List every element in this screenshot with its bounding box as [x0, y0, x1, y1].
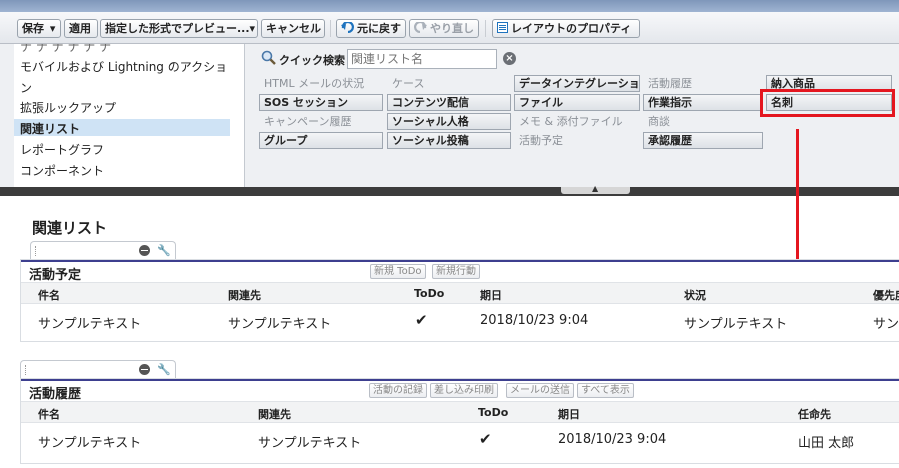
- table-cell: サンプルテキスト: [38, 317, 142, 332]
- palette-item[interactable]: ソーシャル投稿: [387, 132, 511, 149]
- related-list-open-activities: 活動予定 新規 ToDo 新規行動 件名 関連先 ToDo 期日 状況 優先度 …: [20, 259, 899, 342]
- column-header[interactable]: ToDo: [478, 406, 508, 419]
- palette-item: キャンペーン履歴: [264, 115, 352, 128]
- palette-item[interactable]: コンテンツ配信: [387, 94, 511, 111]
- category-item[interactable]: 拡張ルックアップ: [20, 99, 116, 116]
- mail-merge-button[interactable]: 差し込み印刷: [430, 383, 498, 398]
- palette-item: HTML メールの状況: [264, 77, 365, 90]
- new-event-button[interactable]: 新規行動: [432, 264, 480, 279]
- category-item[interactable]: ン: [20, 79, 32, 96]
- caret-down-icon: ▾: [249, 22, 256, 35]
- page-title: 関連リスト: [32, 219, 108, 237]
- column-header[interactable]: 期日: [480, 287, 502, 303]
- highlight-box: [760, 89, 895, 117]
- properties-icon: [497, 21, 508, 38]
- view-all-button[interactable]: すべて表示: [577, 383, 634, 398]
- section-header-bar: [21, 260, 899, 262]
- palette-item[interactable]: ファイル: [514, 94, 640, 111]
- palette-item[interactable]: グループ: [259, 132, 383, 149]
- checkmark-icon: ✔: [479, 430, 492, 448]
- undo-button[interactable]: 元に戻す: [336, 19, 406, 38]
- palette-item: 活動予定: [519, 134, 563, 147]
- drag-handle[interactable]: [35, 246, 38, 256]
- save-button[interactable]: 保存 ▾: [17, 19, 61, 38]
- preview-as-button[interactable]: 指定した形式でプレビュー...▾: [100, 19, 258, 38]
- table-cell: 2018/10/23 9:04: [480, 313, 589, 328]
- column-header[interactable]: 件名: [38, 287, 60, 303]
- column-header[interactable]: 件名: [38, 406, 60, 422]
- table-cell: 2018/10/23 9:04: [558, 432, 667, 447]
- palette-item: メモ & 添付ファイル: [519, 115, 623, 128]
- category-item[interactable]: レポートグラフ: [20, 141, 104, 158]
- table-cell: サンプルテキスト: [228, 317, 332, 332]
- annotation-arrow: [796, 129, 799, 271]
- palette-item[interactable]: ソーシャル人格: [387, 113, 511, 130]
- related-list-activity-history: 活動履歴 活動の記録 差し込み印刷 メールの送信 すべて表示 件名 関連先 To…: [20, 378, 899, 464]
- collapse-palette-handle[interactable]: ▲: [561, 184, 630, 194]
- undo-icon: [341, 20, 354, 38]
- caret-up-icon: ▲: [592, 184, 599, 193]
- table-cell: サンプルテキスト: [258, 436, 362, 451]
- column-header[interactable]: 関連先: [228, 287, 261, 303]
- toolbar-divider: [330, 20, 331, 37]
- section-control-tab: 🔧: [30, 241, 176, 259]
- category-item[interactable]: コンポーネント: [20, 162, 104, 179]
- category-item-partial: ナ ナ ナ ナ ナ ナ: [20, 44, 112, 54]
- remove-icon[interactable]: [139, 245, 150, 256]
- column-header[interactable]: ToDo: [414, 287, 444, 300]
- checkmark-icon: ✔: [415, 311, 428, 329]
- section-control-tab: 🔧: [20, 360, 176, 378]
- category-item-related-lists[interactable]: 関連リスト: [20, 120, 80, 137]
- palette-item: ケース: [392, 77, 425, 90]
- cancel-button[interactable]: キャンセル: [261, 19, 325, 38]
- palette-item: 商談: [648, 115, 670, 128]
- section-title: 活動履歴: [29, 387, 82, 402]
- palette-item[interactable]: SOS セッション: [259, 94, 383, 111]
- remove-icon[interactable]: [139, 364, 150, 375]
- redo-button[interactable]: やり直し: [409, 19, 479, 38]
- column-header[interactable]: 状況: [684, 287, 706, 303]
- palette-item[interactable]: 作業指示: [643, 94, 763, 111]
- palette-resize-bar: [0, 187, 899, 196]
- drag-handle[interactable]: [25, 365, 28, 375]
- log-activity-button[interactable]: 活動の記録: [369, 383, 427, 398]
- section-header-bar: [21, 379, 899, 381]
- column-header[interactable]: 関連先: [258, 406, 291, 422]
- category-item[interactable]: モバイルおよび Lightning のアクショ: [20, 58, 227, 75]
- table-cell: サンプルテキスト: [38, 436, 142, 451]
- new-task-button[interactable]: 新規 ToDo: [370, 264, 426, 279]
- palette-item[interactable]: データインテグレーション: [514, 75, 640, 92]
- table-cell: サンプルテキスト: [684, 317, 788, 332]
- table-cell: サンプ: [873, 317, 899, 332]
- layout-properties-button[interactable]: レイアウトのプロパティ: [492, 19, 640, 38]
- column-header[interactable]: 優先度: [873, 287, 899, 303]
- palette-item[interactable]: 承認履歴: [643, 132, 763, 149]
- send-email-button[interactable]: メールの送信: [506, 383, 574, 398]
- redo-icon: [414, 20, 427, 38]
- wrench-icon[interactable]: 🔧: [157, 244, 171, 257]
- table-cell: 山田 太郎: [798, 436, 855, 451]
- toolbar-divider: [485, 20, 486, 37]
- column-header[interactable]: 任命先: [798, 406, 831, 422]
- table-header: 件名 関連先 ToDo 期日 任命先: [21, 401, 899, 423]
- column-header[interactable]: 期日: [558, 406, 580, 422]
- wrench-icon[interactable]: 🔧: [157, 363, 171, 376]
- top-banner: [0, 0, 899, 12]
- apply-button[interactable]: 適用: [64, 19, 98, 38]
- palette-category-list: ナ ナ ナ ナ ナ ナ モバイルおよび Lightning のアクショ ン 拡張…: [14, 44, 245, 187]
- palette-item: 活動履歴: [648, 77, 692, 90]
- caret-down-icon: ▾: [49, 22, 56, 35]
- table-header: 件名 関連先 ToDo 期日 状況 優先度: [21, 282, 899, 304]
- section-title: 活動予定: [29, 268, 82, 283]
